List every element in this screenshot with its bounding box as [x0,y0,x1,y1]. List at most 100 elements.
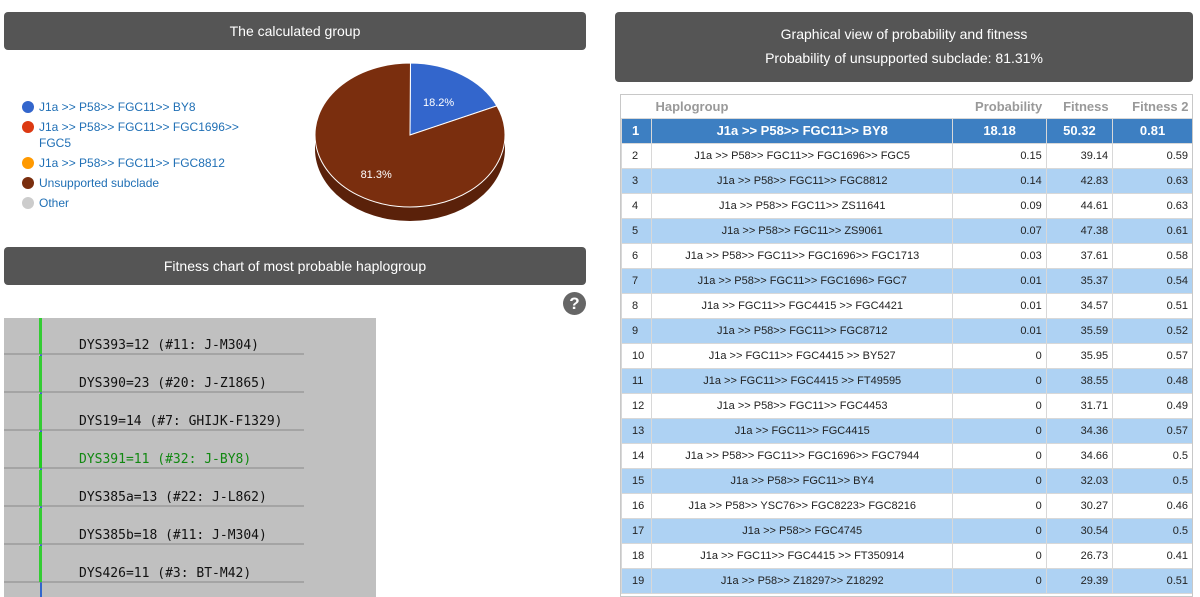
table-row[interactable]: 5 J1a >> P58>> FGC11>> ZS9061 0.07 47.38 0.6… [621,217,1192,244]
row-index: 4 [621,192,652,219]
row-fitness: 31.71 [1045,392,1114,419]
table-row[interactable]: 14 J1a >> P58>> FGC11>> FGC1696>> FGC7944… [621,442,1192,469]
row-fitness: 50.32 [1045,117,1114,144]
row-index: 3 [621,167,652,194]
legend-color-dot-icon [22,197,34,209]
row-fitness: 34.36 [1045,417,1114,444]
col-haplogroup[interactable]: Haplogroup [651,95,953,118]
table-row[interactable]: 8 J1a >> FGC11>> FGC4415 >> FGC4421 0.01 34… [621,292,1192,319]
row-index: 12 [621,392,652,419]
help-icon[interactable]: ? [563,292,586,315]
col-fitness[interactable]: Fitness [1046,95,1113,118]
table-row[interactable]: 12 J1a >> P58>> FGC11>> FGC4453 0 31.71 0.49 [621,392,1192,419]
row-index: 1 [621,117,652,144]
legend-label: Other [39,196,70,210]
table-row[interactable]: 10 J1a >> FGC11>> FGC4415 >> BY527 0 35.95 0… [621,342,1192,369]
row-haplogroup: J1a >> FGC11>> FGC4415 >> BY527 [650,342,954,369]
row-probability: 0.09 [952,192,1047,219]
row-fitness-2: 0.54 [1112,267,1192,294]
table-row[interactable]: 15 J1a >> P58>> FGC11>> BY4 0 32.03 0.5 [621,467,1192,494]
marker-label: DYS385a=13 (#22: J-L862) [79,490,267,505]
legend-item[interactable]: Unsupported subclade [22,175,242,191]
row-fitness: 39.14 [1045,142,1114,169]
table-row[interactable]: 7 J1a >> P58>> FGC11>> FGC1696> FGC7 0.01 3… [621,267,1192,294]
marker-highlight-bar [39,394,42,430]
col-fitness-2[interactable]: Fitness 2 [1112,95,1192,118]
col-probability[interactable]: Probability [952,95,1047,118]
row-haplogroup: J1a >> P58>> FGC11>> FGC8812 [650,167,954,194]
row-fitness-2: 0.61 [1112,217,1192,244]
marker-label: DYS391=11 (#32: J-BY8) [79,452,252,467]
row-fitness: 35.59 [1045,317,1114,344]
row-index: 5 [621,217,652,244]
row-fitness: 35.37 [1045,267,1114,294]
row-probability: 0.15 [952,142,1047,169]
row-probability: 0.01 [952,317,1047,344]
legend-item[interactable]: J1a >> P58>> FGC11>> BY8 [22,99,242,115]
legend-label: Unsupported subclade [39,176,160,190]
graphical-view-title: Graphical view of probability and fitnes… [780,26,1028,42]
row-index: 6 [621,242,652,269]
row-haplogroup: J1a >> P58>> FGC11>> ZS9061 [650,217,954,244]
haplogroup-table-container[interactable]: Haplogroup Probability Fitness Fitness 2… [620,94,1193,597]
row-probability: 0.14 [952,167,1047,194]
row-fitness-2: 0.5 [1112,517,1192,544]
table-row[interactable]: 11 J1a >> FGC11>> FGC4415 >> FT49595 0 38.5… [621,367,1192,394]
table-row[interactable]: 4 J1a >> P58>> FGC11>> ZS11641 0.09 44.61 0.… [621,192,1192,219]
table-row[interactable]: 2 J1a >> P58>> FGC11>> FGC1696>> FGC5 0.15… [621,142,1192,169]
table-row[interactable]: 16 J1a >> P58>> YSC76>> FGC8223> FGC8216 0… [621,492,1192,519]
legend-item[interactable]: J1a >> P58>> FGC11>> FGC1696>> FGC5 [22,119,242,151]
legend-label: J1a >> P58>> FGC11>> BY8 [39,100,196,114]
fitness-chart-header: Fitness chart of most probable haplogrou… [4,247,586,285]
row-fitness-2: 0.57 [1112,417,1192,444]
row-fitness: 26.73 [1045,542,1114,569]
row-index: 9 [621,317,652,344]
row-fitness-2: 0.49 [1112,392,1192,419]
table-row[interactable]: 1 J1a >> P58>> FGC11>> BY8 18.18 50.32 0.81 [621,117,1192,144]
marker-highlight-bar [39,356,42,392]
table-row[interactable]: 17 J1a >> P58>> FGC4745 0 30.54 0.5 [621,517,1192,544]
row-haplogroup: J1a >> P58>> FGC11>> ZS11641 [650,192,954,219]
marker-label: DYS19=14 (#7: GHIJK-F1329) [79,414,283,429]
row-haplogroup: J1a >> P58>> YSC76>> FGC8223> FGC8216 [650,492,954,519]
row-probability: 0 [952,367,1047,394]
row-probability: 0.03 [952,242,1047,269]
row-fitness-2: 0.52 [1112,317,1192,344]
pie-slice-label: 18.2% [423,97,454,109]
row-fitness-2: 0.63 [1112,167,1192,194]
row-fitness: 38.55 [1045,367,1114,394]
row-haplogroup: J1a >> FGC11>> FGC4415 >> FGC4421 [650,292,954,319]
table-row[interactable]: 13 J1a >> FGC11>> FGC4415 0 34.36 0.57 [621,417,1192,444]
row-fitness: 47.38 [1045,217,1114,244]
marker-highlight-bar [39,546,42,582]
pie-legend: J1a >> P58>> FGC11>> BY8 J1a >> P58>> FGC… [22,99,242,215]
row-haplogroup: J1a >> FGC11>> FGC4415 >> FT350914 [650,542,954,569]
row-fitness: 30.54 [1045,517,1114,544]
row-fitness-2: 0.63 [1112,192,1192,219]
legend-item[interactable]: Other [22,195,242,211]
row-index: 17 [621,517,652,544]
row-probability: 0 [952,542,1047,569]
marker-label: DYS426=11 (#3: BT-M42) [79,566,252,581]
row-fitness-2: 0.81 [1112,117,1192,144]
table-row[interactable]: 19 J1a >> P58>> Z18297>> Z18292 0 29.39 0.51 [621,567,1192,594]
row-fitness-2: 0.58 [1112,242,1192,269]
calculated-group-header: The calculated group [4,12,586,50]
row-haplogroup: J1a >> P58>> FGC11>> FGC1696> FGC7 [650,267,954,294]
row-index: 13 [621,417,652,444]
row-haplogroup: J1a >> FGC11>> FGC4415 >> FT49595 [650,367,954,394]
legend-item[interactable]: J1a >> P58>> FGC11>> FGC8812 [22,155,242,171]
row-index: 18 [621,542,652,569]
table-row[interactable]: 3 J1a >> P58>> FGC11>> FGC8812 0.14 42.83 0.… [621,167,1192,194]
row-fitness: 34.66 [1045,442,1114,469]
marker-highlight-bar [39,318,42,354]
graphical-view-header: Graphical view of probability and fitnes… [615,12,1193,82]
row-probability: 18.18 [952,117,1047,144]
table-row[interactable]: 9 J1a >> P58>> FGC11>> FGC8712 0.01 35.59 0.… [621,317,1192,344]
table-row[interactable]: 6 J1a >> P58>> FGC11>> FGC1696>> FGC1713 0… [621,242,1192,269]
fitness-chart-title: Fitness chart of most probable haplogrou… [163,258,427,274]
legend-label: J1a >> P58>> FGC11>> FGC8812 [39,156,225,170]
table-row[interactable]: 18 J1a >> FGC11>> FGC4415 >> FT350914 0 26.… [621,542,1192,569]
row-fitness-2: 0.51 [1112,292,1192,319]
row-fitness-2: 0.46 [1112,492,1192,519]
